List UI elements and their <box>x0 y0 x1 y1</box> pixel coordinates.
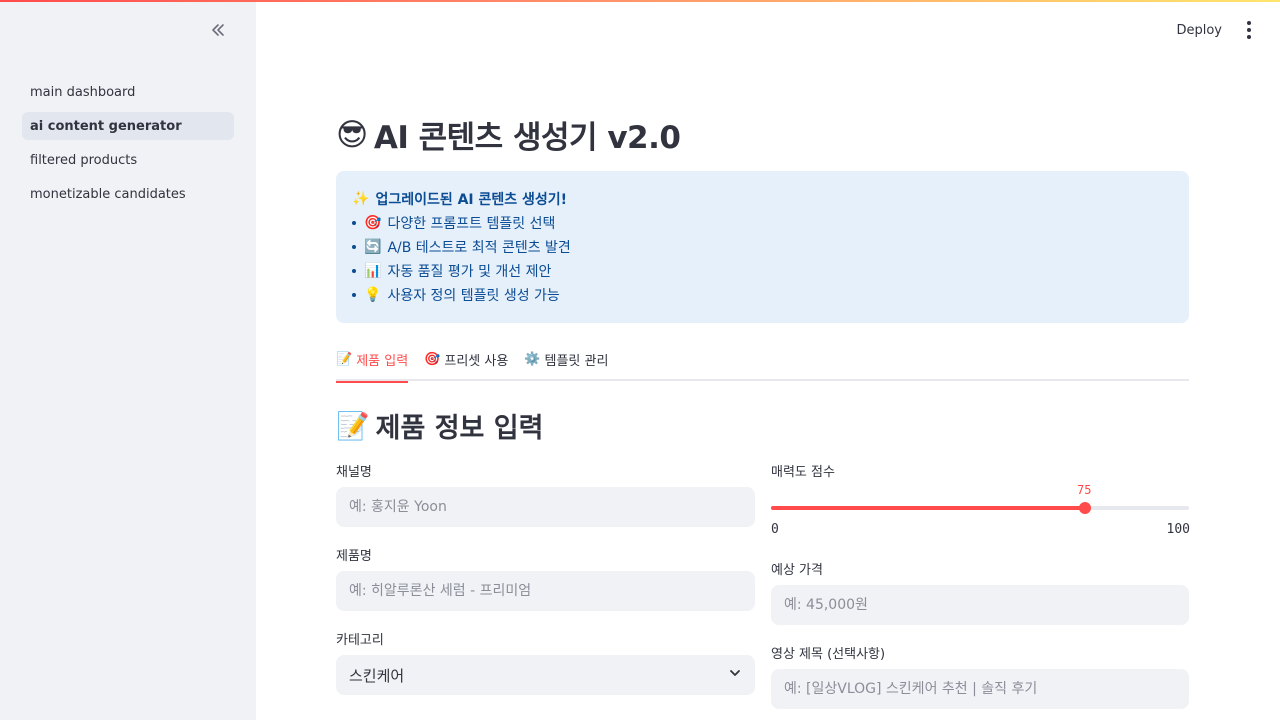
slider-track[interactable] <box>771 502 1189 514</box>
category-selected-value: 스킨케어 <box>349 666 405 685</box>
sidebar-item-main-dashboard[interactable]: main dashboard <box>22 78 234 106</box>
product-label: 제품명 <box>336 549 372 564</box>
page-title: 😎 AI 콘텐츠 생성기 v2.0 <box>336 112 681 157</box>
sunglasses-icon: 😎 <box>336 116 368 153</box>
gear-icon: ⚙️ <box>524 352 541 367</box>
memo-icon: 📝 <box>336 410 370 442</box>
sidebar-item-label: monetizable candidates <box>30 186 186 202</box>
section-title-text: 제품 정보 입력 <box>375 413 544 444</box>
info-bullet: 📊 자동 품질 평가 및 개선 제안 <box>352 259 1173 283</box>
top-accent-bar <box>0 0 1280 2</box>
slider-min: 0 <box>771 522 779 537</box>
slider-fill <box>771 506 1085 510</box>
price-label: 예상 가격 <box>771 563 823 578</box>
tab-label: 프리셋 사용 <box>444 354 509 369</box>
info-bullet-text: A/B 테스트로 최적 콘텐츠 발견 <box>387 240 571 256</box>
sidebar-item-ai-content-generator[interactable]: ai content generator <box>22 112 234 140</box>
target-icon: 🎯 <box>424 352 441 367</box>
section-title: 📝 제품 정보 입력 <box>336 406 543 445</box>
bullet-dot <box>352 269 356 273</box>
tab-use-preset[interactable]: 🎯 프리셋 사용 <box>424 338 508 381</box>
info-bullet: 🔄 A/B 테스트로 최적 콘텐츠 발견 <box>352 235 1173 259</box>
lightbulb-icon: 💡 <box>364 287 382 303</box>
tab-product-input[interactable]: 📝 제품 입력 <box>336 338 409 383</box>
tab-template-management[interactable]: ⚙️ 템플릿 관리 <box>524 338 608 381</box>
info-bullet-text: 자동 품질 평가 및 개선 제안 <box>387 264 552 280</box>
info-bullet-text: 다양한 프롬프트 템플릿 선택 <box>387 216 556 232</box>
sidebar-item-label: ai content generator <box>30 118 182 134</box>
slider-thumb[interactable] <box>1079 502 1091 514</box>
double-chevron-left-icon[interactable] <box>206 18 230 42</box>
refresh-icon: 🔄 <box>364 239 382 255</box>
sidebar-nav: main dashboard ai content generator filt… <box>22 78 234 214</box>
bullet-dot <box>352 293 356 297</box>
sidebar: main dashboard ai content generator filt… <box>0 0 256 720</box>
tab-label: 템플릿 관리 <box>544 354 609 369</box>
chevron-down-icon <box>728 666 742 684</box>
price-input[interactable] <box>771 585 1189 625</box>
info-bullet-text: 사용자 정의 템플릿 생성 가능 <box>387 288 560 304</box>
sidebar-item-filtered-products[interactable]: filtered products <box>22 146 234 174</box>
info-bullet: 🎯 다양한 프롬프트 템플릿 선택 <box>352 211 1173 235</box>
bullet-dot <box>352 245 356 249</box>
deploy-button[interactable]: Deploy <box>1176 23 1222 38</box>
info-box: ✨ 업그레이드된 AI 콘텐츠 생성기! 🎯 다양한 프롬프트 템플릿 선택 🔄… <box>336 171 1189 323</box>
info-headline: ✨ 업그레이드된 AI 콘텐츠 생성기! <box>352 187 1173 211</box>
tab-label: 제품 입력 <box>356 354 409 369</box>
bullet-dot <box>352 221 356 225</box>
memo-icon: 📝 <box>336 352 353 367</box>
video-title-input[interactable] <box>771 669 1189 709</box>
product-input[interactable] <box>336 571 755 611</box>
bar-chart-icon: 📊 <box>364 263 382 279</box>
sparkles-icon: ✨ <box>352 191 370 207</box>
channel-label: 채널명 <box>336 465 372 480</box>
sidebar-item-monetizable-candidates[interactable]: monetizable candidates <box>22 180 234 208</box>
header-actions: Deploy <box>1176 18 1258 42</box>
category-select[interactable]: 스킨케어 <box>336 655 755 695</box>
category-label: 카테고리 <box>336 633 384 648</box>
appeal-score-label: 매력도 점수 <box>771 465 835 480</box>
channel-input[interactable] <box>336 487 755 527</box>
slider-current-value: 75 <box>1077 483 1092 497</box>
video-title-label: 영상 제목 (선택사항) <box>771 647 886 662</box>
info-headline-text: 업그레이드된 AI 콘텐츠 생성기! <box>375 192 568 208</box>
slider-max: 100 <box>1166 522 1190 537</box>
info-bullet: 💡 사용자 정의 템플릿 생성 가능 <box>352 283 1173 307</box>
sidebar-item-label: filtered products <box>30 152 138 168</box>
page-title-text: AI 콘텐츠 생성기 v2.0 <box>373 120 681 156</box>
sidebar-item-label: main dashboard <box>30 84 136 100</box>
tab-bar: 📝 제품 입력 🎯 프리셋 사용 ⚙️ 템플릿 관리 <box>336 338 1189 383</box>
target-icon: 🎯 <box>364 215 382 231</box>
more-menu-icon[interactable] <box>1240 18 1258 42</box>
